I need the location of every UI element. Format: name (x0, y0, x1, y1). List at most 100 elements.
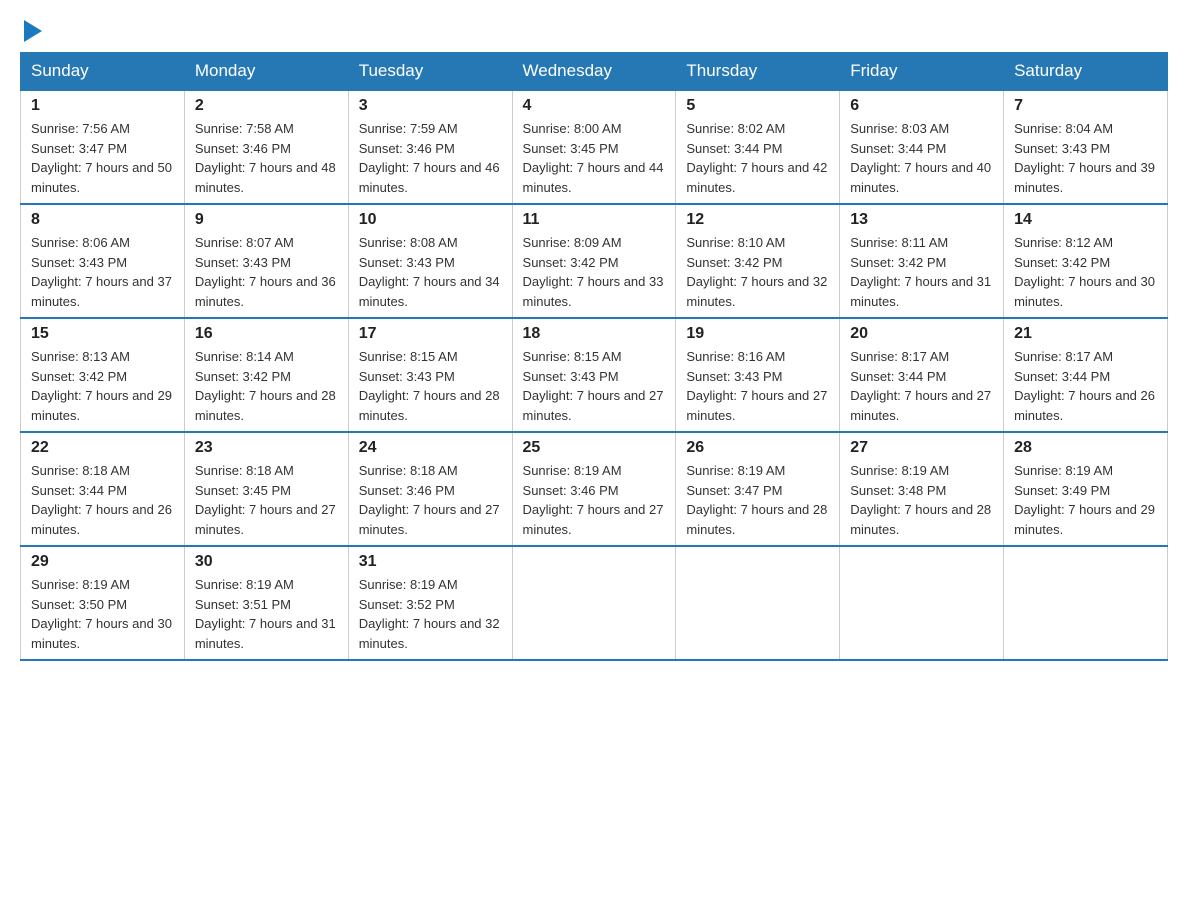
day-info: Sunrise: 8:19 AMSunset: 3:52 PMDaylight:… (359, 575, 502, 653)
day-number: 5 (686, 97, 829, 115)
calendar-header-monday: Monday (184, 53, 348, 91)
calendar-cell: 20Sunrise: 8:17 AMSunset: 3:44 PMDayligh… (840, 318, 1004, 432)
day-number: 1 (31, 97, 174, 115)
calendar-cell: 26Sunrise: 8:19 AMSunset: 3:47 PMDayligh… (676, 432, 840, 546)
day-number: 11 (523, 211, 666, 229)
day-info: Sunrise: 7:59 AMSunset: 3:46 PMDaylight:… (359, 119, 502, 197)
day-number: 15 (31, 325, 174, 343)
day-number: 13 (850, 211, 993, 229)
calendar-cell: 22 Sunrise: 8:18 AMSunset: 3:44 PMDayligh… (21, 432, 185, 546)
calendar-cell: 10 Sunrise: 8:08 AMSunset: 3:43 PMDayligh… (348, 204, 512, 318)
calendar-table: SundayMondayTuesdayWednesdayThursdayFrid… (20, 52, 1168, 661)
calendar-week-row: 15 Sunrise: 8:13 AMSunset: 3:42 PMDayligh… (21, 318, 1168, 432)
calendar-cell: 21 Sunrise: 8:17 AMSunset: 3:44 PMDayligh… (1004, 318, 1168, 432)
calendar-cell: 6 Sunrise: 8:03 AMSunset: 3:44 PMDaylight… (840, 90, 1004, 204)
calendar-cell: 27 Sunrise: 8:19 AMSunset: 3:48 PMDayligh… (840, 432, 1004, 546)
calendar-cell: 30Sunrise: 8:19 AMSunset: 3:51 PMDayligh… (184, 546, 348, 660)
day-number: 7 (1014, 97, 1157, 115)
day-number: 9 (195, 211, 338, 229)
calendar-cell: 7 Sunrise: 8:04 AMSunset: 3:43 PMDaylight… (1004, 90, 1168, 204)
day-number: 23 (195, 439, 338, 457)
day-number: 22 (31, 439, 174, 457)
day-number: 6 (850, 97, 993, 115)
calendar-cell (512, 546, 676, 660)
day-number: 12 (686, 211, 829, 229)
calendar-cell: 28Sunrise: 8:19 AMSunset: 3:49 PMDayligh… (1004, 432, 1168, 546)
calendar-header-row: SundayMondayTuesdayWednesdayThursdayFrid… (21, 53, 1168, 91)
day-number: 21 (1014, 325, 1157, 343)
day-info: Sunrise: 8:08 AMSunset: 3:43 PMDaylight:… (359, 233, 502, 311)
day-info: Sunrise: 7:56 AMSunset: 3:47 PMDaylight:… (31, 119, 174, 197)
calendar-week-row: 1 Sunrise: 7:56 AMSunset: 3:47 PMDaylight… (21, 90, 1168, 204)
day-info: Sunrise: 8:03 AMSunset: 3:44 PMDaylight:… (850, 119, 993, 197)
calendar-cell: 2 Sunrise: 7:58 AMSunset: 3:46 PMDaylight… (184, 90, 348, 204)
day-number: 25 (523, 439, 666, 457)
day-number: 19 (686, 325, 829, 343)
calendar-cell: 17 Sunrise: 8:15 AMSunset: 3:43 PMDayligh… (348, 318, 512, 432)
calendar-cell: 25 Sunrise: 8:19 AMSunset: 3:46 PMDayligh… (512, 432, 676, 546)
logo-arrow-icon (24, 20, 42, 42)
calendar-cell: 13 Sunrise: 8:11 AMSunset: 3:42 PMDayligh… (840, 204, 1004, 318)
calendar-cell: 29 Sunrise: 8:19 AMSunset: 3:50 PMDayligh… (21, 546, 185, 660)
day-info: Sunrise: 8:17 AMSunset: 3:44 PMDaylight:… (1014, 347, 1157, 425)
day-info: Sunrise: 7:58 AMSunset: 3:46 PMDaylight:… (195, 119, 338, 197)
calendar-cell: 11Sunrise: 8:09 AMSunset: 3:42 PMDayligh… (512, 204, 676, 318)
day-info: Sunrise: 8:07 AMSunset: 3:43 PMDaylight:… (195, 233, 338, 311)
calendar-cell: 23 Sunrise: 8:18 AMSunset: 3:45 PMDayligh… (184, 432, 348, 546)
day-info: Sunrise: 8:11 AMSunset: 3:42 PMDaylight:… (850, 233, 993, 311)
day-info: Sunrise: 8:19 AMSunset: 3:46 PMDaylight:… (523, 461, 666, 539)
day-number: 16 (195, 325, 338, 343)
calendar-header-wednesday: Wednesday (512, 53, 676, 91)
calendar-cell: 19 Sunrise: 8:16 AMSunset: 3:43 PMDayligh… (676, 318, 840, 432)
calendar-cell: 24Sunrise: 8:18 AMSunset: 3:46 PMDayligh… (348, 432, 512, 546)
day-info: Sunrise: 8:15 AMSunset: 3:43 PMDaylight:… (359, 347, 502, 425)
day-info: Sunrise: 8:16 AMSunset: 3:43 PMDaylight:… (686, 347, 829, 425)
day-number: 17 (359, 325, 502, 343)
day-info: Sunrise: 8:06 AMSunset: 3:43 PMDaylight:… (31, 233, 174, 311)
calendar-cell: 14Sunrise: 8:12 AMSunset: 3:42 PMDayligh… (1004, 204, 1168, 318)
day-info: Sunrise: 8:19 AMSunset: 3:47 PMDaylight:… (686, 461, 829, 539)
day-number: 4 (523, 97, 666, 115)
calendar-cell: 16 Sunrise: 8:14 AMSunset: 3:42 PMDayligh… (184, 318, 348, 432)
calendar-cell: 31 Sunrise: 8:19 AMSunset: 3:52 PMDayligh… (348, 546, 512, 660)
day-info: Sunrise: 8:15 AMSunset: 3:43 PMDaylight:… (523, 347, 666, 425)
calendar-week-row: 22 Sunrise: 8:18 AMSunset: 3:44 PMDayligh… (21, 432, 1168, 546)
calendar-cell: 12 Sunrise: 8:10 AMSunset: 3:42 PMDayligh… (676, 204, 840, 318)
calendar-header-tuesday: Tuesday (348, 53, 512, 91)
day-info: Sunrise: 8:17 AMSunset: 3:44 PMDaylight:… (850, 347, 993, 425)
day-info: Sunrise: 8:00 AMSunset: 3:45 PMDaylight:… (523, 119, 666, 197)
calendar-cell (676, 546, 840, 660)
day-info: Sunrise: 8:18 AMSunset: 3:44 PMDaylight:… (31, 461, 174, 539)
day-number: 31 (359, 553, 502, 571)
page-header (20, 20, 1168, 42)
day-info: Sunrise: 8:12 AMSunset: 3:42 PMDaylight:… (1014, 233, 1157, 311)
day-info: Sunrise: 8:19 AMSunset: 3:51 PMDaylight:… (195, 575, 338, 653)
calendar-header-saturday: Saturday (1004, 53, 1168, 91)
calendar-cell: 4 Sunrise: 8:00 AMSunset: 3:45 PMDaylight… (512, 90, 676, 204)
day-number: 8 (31, 211, 174, 229)
day-info: Sunrise: 8:18 AMSunset: 3:45 PMDaylight:… (195, 461, 338, 539)
calendar-cell: 8 Sunrise: 8:06 AMSunset: 3:43 PMDaylight… (21, 204, 185, 318)
day-info: Sunrise: 8:18 AMSunset: 3:46 PMDaylight:… (359, 461, 502, 539)
day-info: Sunrise: 8:19 AMSunset: 3:49 PMDaylight:… (1014, 461, 1157, 539)
day-number: 10 (359, 211, 502, 229)
calendar-header-friday: Friday (840, 53, 1004, 91)
day-number: 18 (523, 325, 666, 343)
calendar-header-thursday: Thursday (676, 53, 840, 91)
calendar-cell: 15 Sunrise: 8:13 AMSunset: 3:42 PMDayligh… (21, 318, 185, 432)
day-info: Sunrise: 8:13 AMSunset: 3:42 PMDaylight:… (31, 347, 174, 425)
calendar-cell: 18 Sunrise: 8:15 AMSunset: 3:43 PMDayligh… (512, 318, 676, 432)
day-info: Sunrise: 8:14 AMSunset: 3:42 PMDaylight:… (195, 347, 338, 425)
day-info: Sunrise: 8:04 AMSunset: 3:43 PMDaylight:… (1014, 119, 1157, 197)
day-number: 2 (195, 97, 338, 115)
day-number: 29 (31, 553, 174, 571)
day-number: 27 (850, 439, 993, 457)
day-info: Sunrise: 8:19 AMSunset: 3:50 PMDaylight:… (31, 575, 174, 653)
day-number: 3 (359, 97, 502, 115)
day-info: Sunrise: 8:10 AMSunset: 3:42 PMDaylight:… (686, 233, 829, 311)
day-info: Sunrise: 8:19 AMSunset: 3:48 PMDaylight:… (850, 461, 993, 539)
calendar-cell: 5Sunrise: 8:02 AMSunset: 3:44 PMDaylight… (676, 90, 840, 204)
calendar-cell (1004, 546, 1168, 660)
calendar-week-row: 29 Sunrise: 8:19 AMSunset: 3:50 PMDayligh… (21, 546, 1168, 660)
calendar-cell: 1 Sunrise: 7:56 AMSunset: 3:47 PMDaylight… (21, 90, 185, 204)
